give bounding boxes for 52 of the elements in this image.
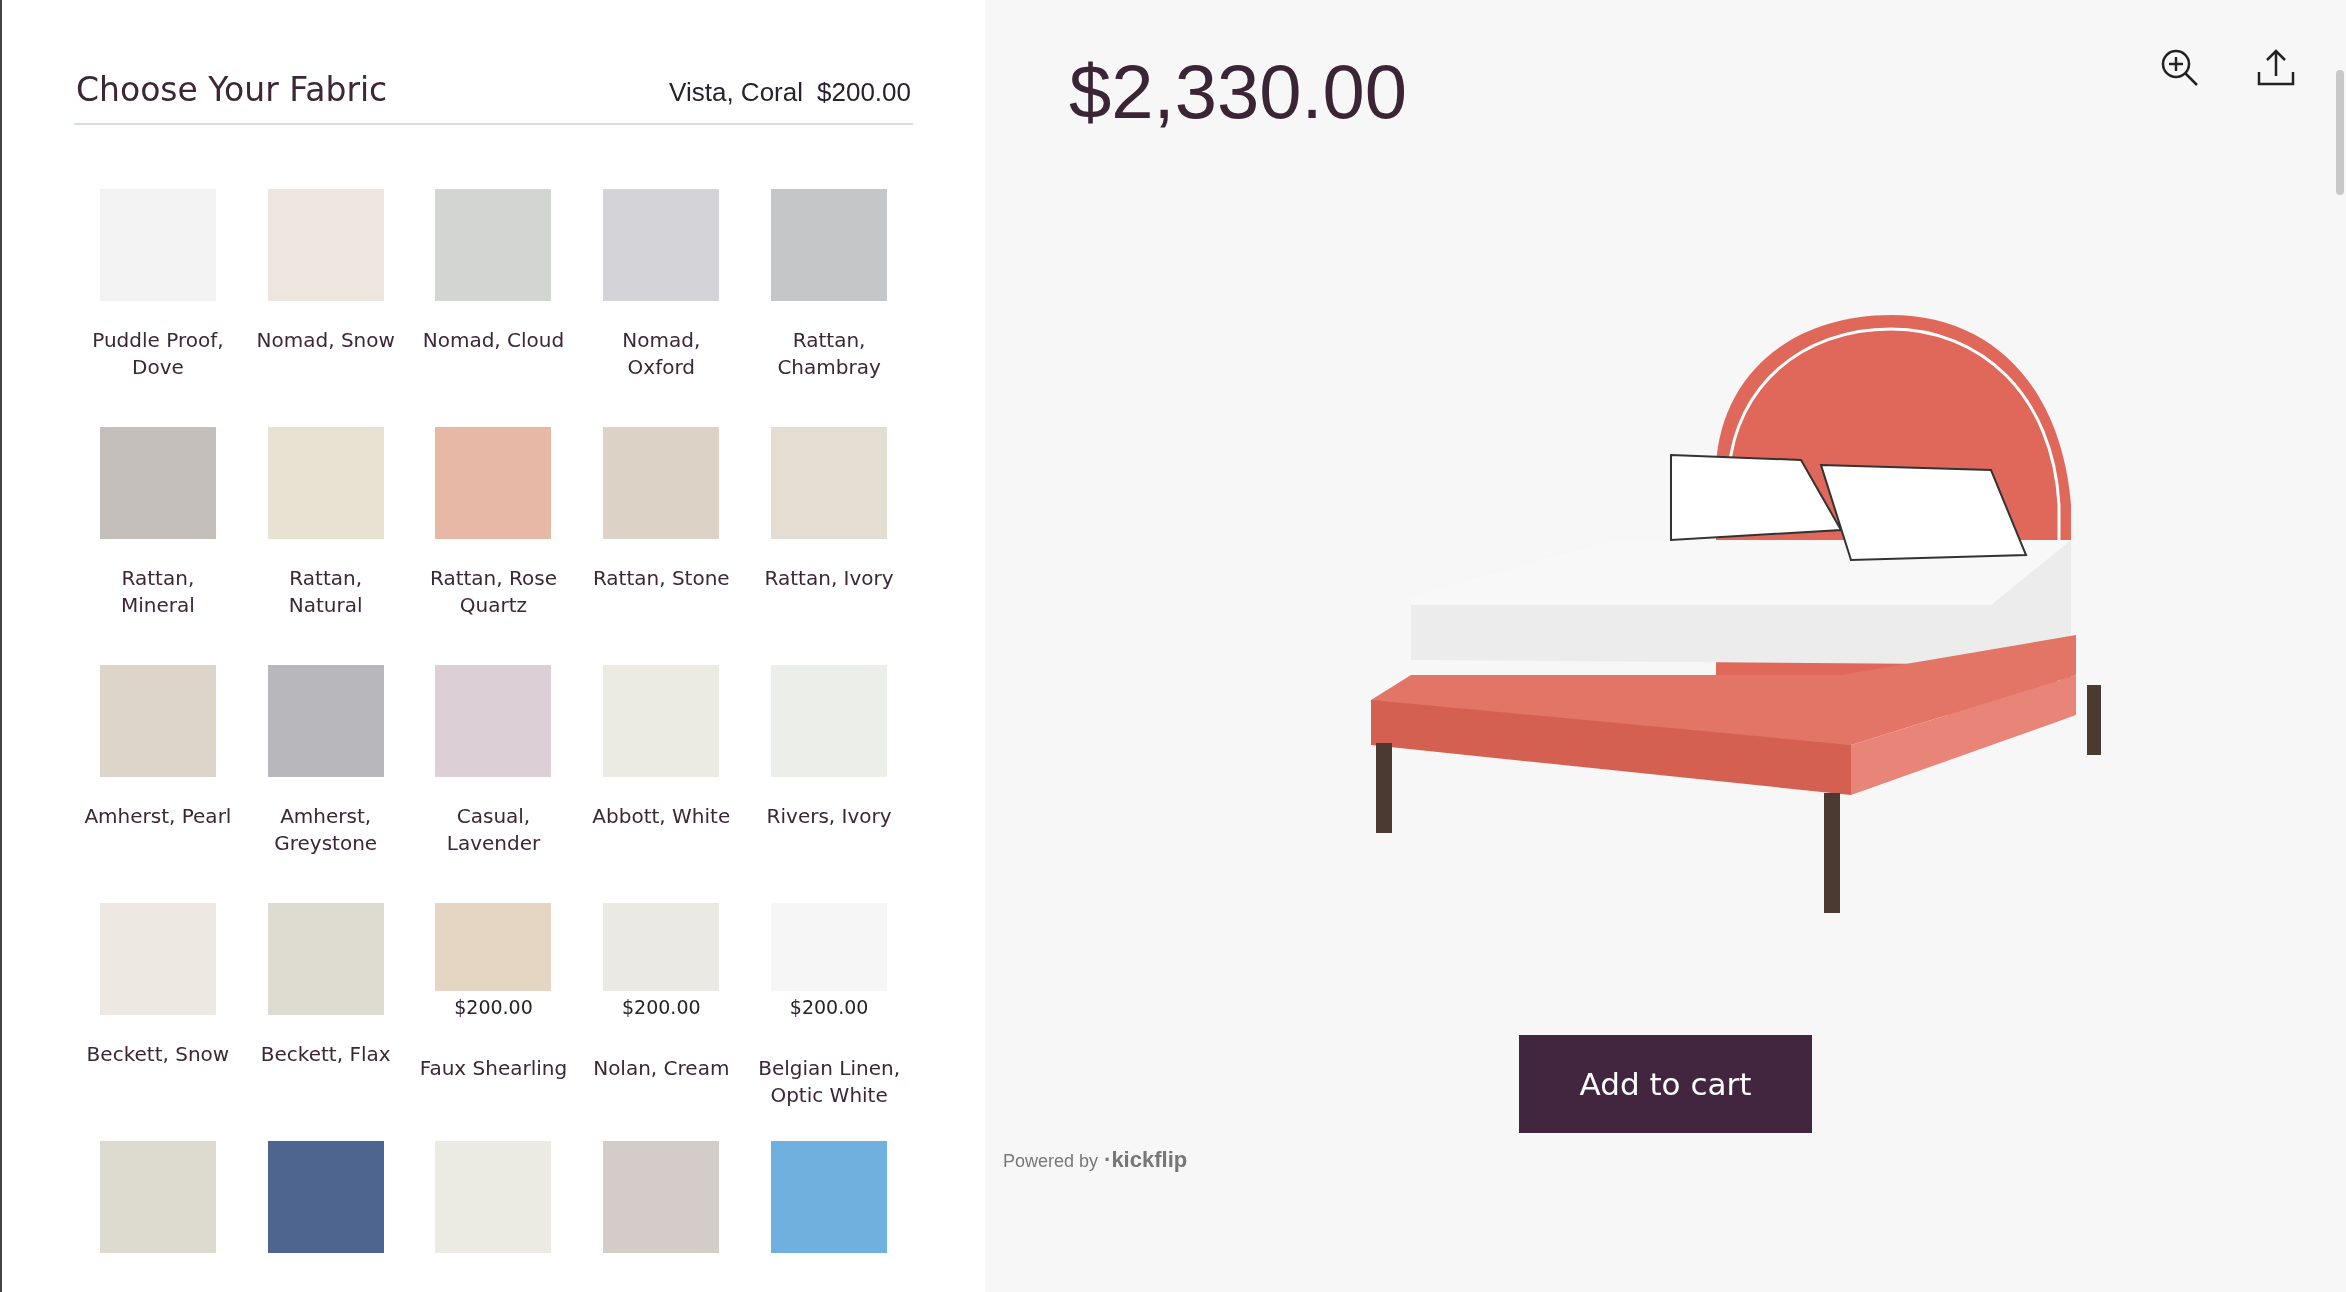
fabric-swatch[interactable] <box>267 189 384 301</box>
add-to-cart-button[interactable]: Add to cart <box>1519 1035 1812 1133</box>
fabric-name: Casual, Lavender <box>445 803 542 857</box>
fabric-swatch[interactable] <box>435 1141 552 1253</box>
fabric-swatch[interactable] <box>267 665 384 777</box>
zoom-in-icon[interactable] <box>2160 48 2200 88</box>
fabric-swatch[interactable] <box>603 427 720 539</box>
fabric-name: Rattan, Mineral <box>119 565 196 619</box>
fabric-swatch[interactable] <box>267 427 384 539</box>
fabric-name: Beckett, Snow <box>85 1041 231 1068</box>
fabric-name: Rattan, Rose Quartz <box>428 565 558 619</box>
fabric-name: Faux Shearling <box>418 1055 569 1082</box>
fabric-name: Puddle Proof, Dove <box>91 327 225 381</box>
fabric-swatch[interactable] <box>603 1141 720 1253</box>
fabric-name: Rivers, Ivory <box>765 803 893 830</box>
section-title: Choose Your Fabric <box>76 70 389 109</box>
selected-fabric-name: Vista, Coral <box>669 77 803 108</box>
fabric-name: Rattan, Stone <box>591 565 731 592</box>
fabric-swatch[interactable] <box>771 427 888 539</box>
fabric-swatch[interactable] <box>603 189 720 301</box>
fabric-name: Amherst, Pearl <box>83 803 233 830</box>
fabric-swatch[interactable] <box>771 189 888 301</box>
fabric-swatch[interactable] <box>435 427 552 539</box>
powered-by-text: Powered by <box>1003 1151 1099 1172</box>
fabric-swatch[interactable] <box>435 189 552 301</box>
fabric-swatch[interactable] <box>99 665 216 777</box>
fabric-swatch[interactable] <box>99 1141 216 1253</box>
fabric-swatch[interactable] <box>435 665 552 777</box>
fabric-swatch[interactable] <box>99 903 216 1015</box>
fabric-swatch[interactable] <box>603 903 720 991</box>
fabric-name: Amherst, Greystone <box>273 803 379 857</box>
fabric-name: Rattan, Ivory <box>763 565 895 592</box>
fabric-name: Rattan, Chambray <box>776 327 882 381</box>
fabric-swatch[interactable] <box>603 665 720 777</box>
fabric-swatch[interactable] <box>771 1141 888 1253</box>
fabric-name: Nomad, Cloud <box>421 327 566 354</box>
fabric-name: Beckett, Flax <box>259 1041 392 1068</box>
fabric-name: Abbott, White <box>591 803 732 830</box>
fabric-swatch[interactable] <box>99 427 216 539</box>
fabric-swatch[interactable] <box>435 903 552 991</box>
fabric-name: Rattan, Natural <box>287 565 364 619</box>
scrollbar-thumb[interactable] <box>2336 70 2344 195</box>
fabric-name: Nomad, Oxford <box>621 327 702 381</box>
fabric-name: Belgian Linen, Optic White <box>757 1055 901 1109</box>
fabric-swatch[interactable] <box>267 1141 384 1253</box>
fabric-name: Nomad, Snow <box>255 327 396 354</box>
fabric-swatch[interactable] <box>267 903 384 1015</box>
brand-link[interactable]: ·kickflip <box>1104 1147 1188 1173</box>
selected-fabric-price: $200.00 <box>817 77 911 108</box>
fabric-name: Nolan, Cream <box>592 1055 731 1082</box>
total-price: $2,330.00 <box>1069 48 1408 135</box>
share-icon[interactable] <box>2256 48 2296 88</box>
